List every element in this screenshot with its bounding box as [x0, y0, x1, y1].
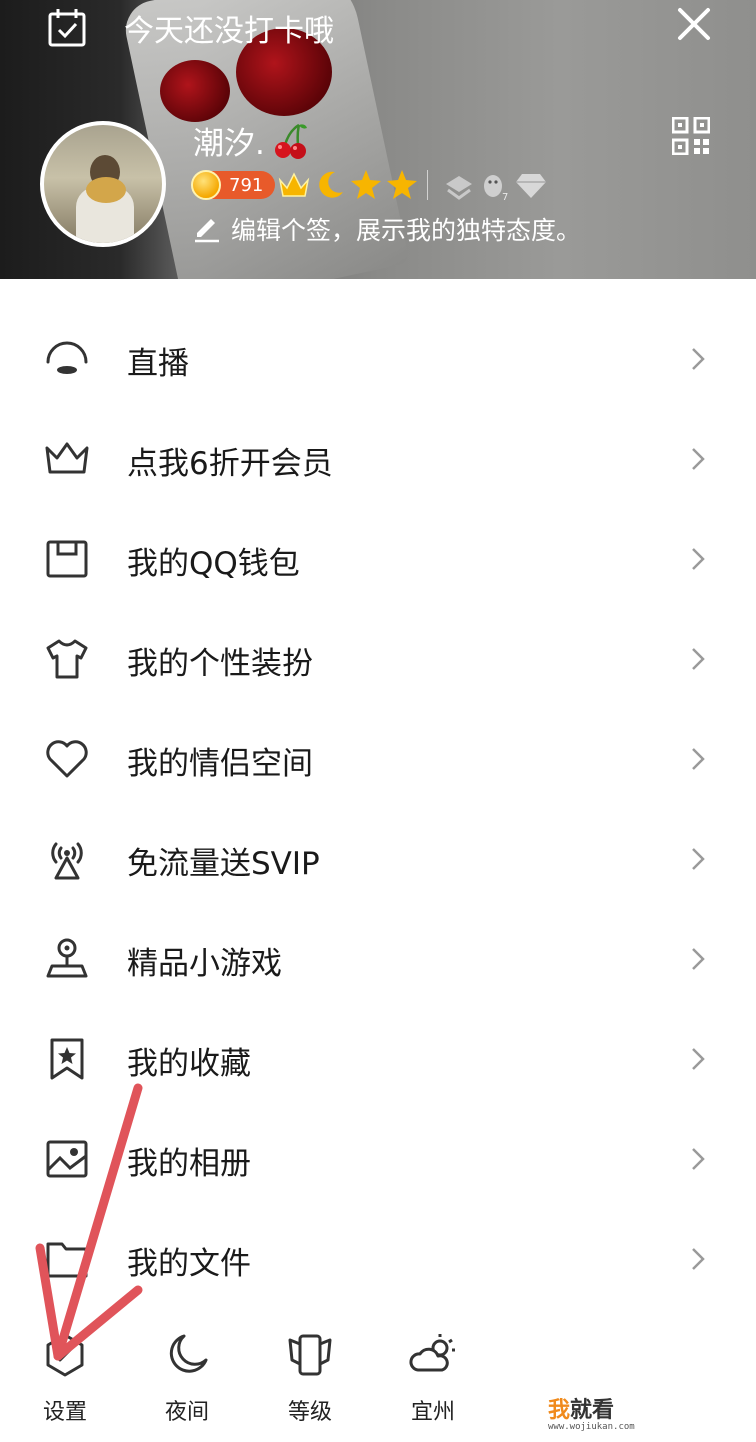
chevron-right-icon [692, 748, 705, 770]
live-icon [46, 341, 88, 374]
menu-item-label: 免流量送SVIP [127, 846, 320, 882]
signature-edit[interactable]: 编辑个签，展示我的独特态度。 [193, 211, 581, 247]
signal-tower-icon [51, 842, 83, 880]
chevron-right-icon [692, 848, 705, 870]
bookmark-star-icon [50, 1038, 84, 1080]
level-number: 791 [229, 174, 264, 196]
menu-item-files[interactable]: 我的文件 [0, 1208, 756, 1308]
chevron-right-icon [692, 948, 705, 970]
penguin-badge-icon: 7 [484, 175, 508, 202]
edit-pencil-icon [195, 219, 219, 243]
avatar-flowers [86, 177, 126, 203]
moon-badge-icon [319, 171, 343, 198]
tshirt-icon [46, 639, 88, 679]
badge-divider [427, 170, 428, 200]
settings-button[interactable]: 设置 [25, 1330, 105, 1426]
menu-item-label: 我的个性装扮 [127, 646, 313, 682]
joystick-icon [46, 938, 88, 978]
chevron-right-icon [692, 448, 705, 470]
avatar[interactable] [40, 121, 166, 247]
weather-button[interactable]: 宜州 [393, 1330, 473, 1426]
menu-item-favorites[interactable]: 我的收藏 [0, 1008, 756, 1108]
tab-label: 夜间 [164, 1400, 209, 1425]
svg-text:7: 7 [502, 192, 508, 202]
moon-icon [169, 1334, 208, 1373]
profile-header: 今天还没打卡哦 潮汐. 791 7 编辑个签，展示我的独特态度。 [0, 0, 756, 279]
menu-item-label: 我的情侣空间 [127, 746, 313, 782]
watermark-logo: 我就看 [548, 1392, 635, 1424]
crown-badge-icon [278, 172, 310, 197]
chevron-right-icon [692, 1248, 705, 1270]
drawer-menu: 直播 点我6折开会员 我的QQ钱包 我的个性装扮 我的情侣空间 免流量送SVIP… [0, 308, 756, 1308]
menu-item-games[interactable]: 精品小游戏 [0, 908, 756, 1008]
watermark-url: www.wojiukan.com [548, 1422, 635, 1432]
weather-cloud-sun-icon [409, 1334, 455, 1372]
watermark-accent: 我 [548, 1398, 571, 1423]
menu-item-label: 精品小游戏 [127, 946, 282, 982]
wallet-icon [46, 540, 88, 578]
level-card-icon [288, 1334, 332, 1376]
chevron-right-icon [692, 1148, 705, 1170]
night-mode-button[interactable]: 夜间 [147, 1330, 227, 1426]
heart-icon [46, 740, 88, 778]
close-icon[interactable] [674, 4, 714, 44]
tab-label: 宜州 [410, 1400, 455, 1425]
menu-item-theme[interactable]: 我的个性装扮 [0, 608, 756, 708]
menu-item-vip[interactable]: 点我6折开会员 [0, 408, 756, 508]
menu-item-couple-space[interactable]: 我的情侣空间 [0, 708, 756, 808]
signature-text: 编辑个签，展示我的独特态度。 [231, 216, 582, 245]
menu-item-label: 直播 [127, 346, 189, 382]
calendar-check-icon [48, 9, 86, 47]
menu-item-label: 我的QQ钱包 [127, 546, 300, 582]
star-badge-icon [351, 170, 381, 199]
menu-item-live[interactable]: 直播 [0, 308, 756, 408]
level-badge: 791 [191, 170, 275, 200]
speed-badge-icon [446, 176, 472, 200]
star-badge-icon [387, 170, 417, 199]
header-background-rose [160, 60, 230, 122]
chevron-right-icon [692, 348, 705, 370]
level-button[interactable]: 等级 [270, 1330, 350, 1426]
tab-label: 等级 [287, 1400, 332, 1425]
site-watermark: 我就看 www.wojiukan.com [548, 1392, 635, 1432]
menu-item-label: 点我6折开会员 [127, 446, 333, 482]
coin-icon [191, 170, 221, 200]
chevron-right-icon [692, 648, 705, 670]
diamond-badge-icon [516, 174, 546, 198]
watermark-rest: 就看 [570, 1398, 615, 1423]
menu-item-label: 我的相册 [127, 1146, 251, 1182]
photo-album-icon [46, 1140, 88, 1178]
checkin-text: 今天还没打卡哦 [124, 14, 334, 49]
bottom-toolbar: 设置 夜间 等级 宜州 我就看 www.wojiukan.com [0, 1318, 756, 1442]
menu-item-label: 我的收藏 [127, 1046, 251, 1082]
folder-icon [46, 1242, 88, 1278]
cherry-icon [274, 123, 307, 159]
nickname: 潮汐. [193, 126, 265, 162]
tab-label: 设置 [42, 1400, 87, 1425]
qr-code-icon[interactable] [672, 117, 710, 155]
crown-icon [45, 442, 89, 474]
menu-item-label: 我的文件 [127, 1246, 251, 1282]
menu-item-wallet[interactable]: 我的QQ钱包 [0, 508, 756, 608]
badge-row[interactable]: 791 7 [191, 168, 548, 202]
chevron-right-icon [692, 548, 705, 570]
menu-item-free-data[interactable]: 免流量送SVIP [0, 808, 756, 908]
menu-item-album[interactable]: 我的相册 [0, 1108, 756, 1208]
nickname-row[interactable]: 潮汐. [193, 118, 311, 163]
chevron-right-icon [692, 1048, 705, 1070]
settings-hexagon-icon [46, 1333, 84, 1377]
checkin-banner[interactable]: 今天还没打卡哦 [46, 6, 334, 50]
